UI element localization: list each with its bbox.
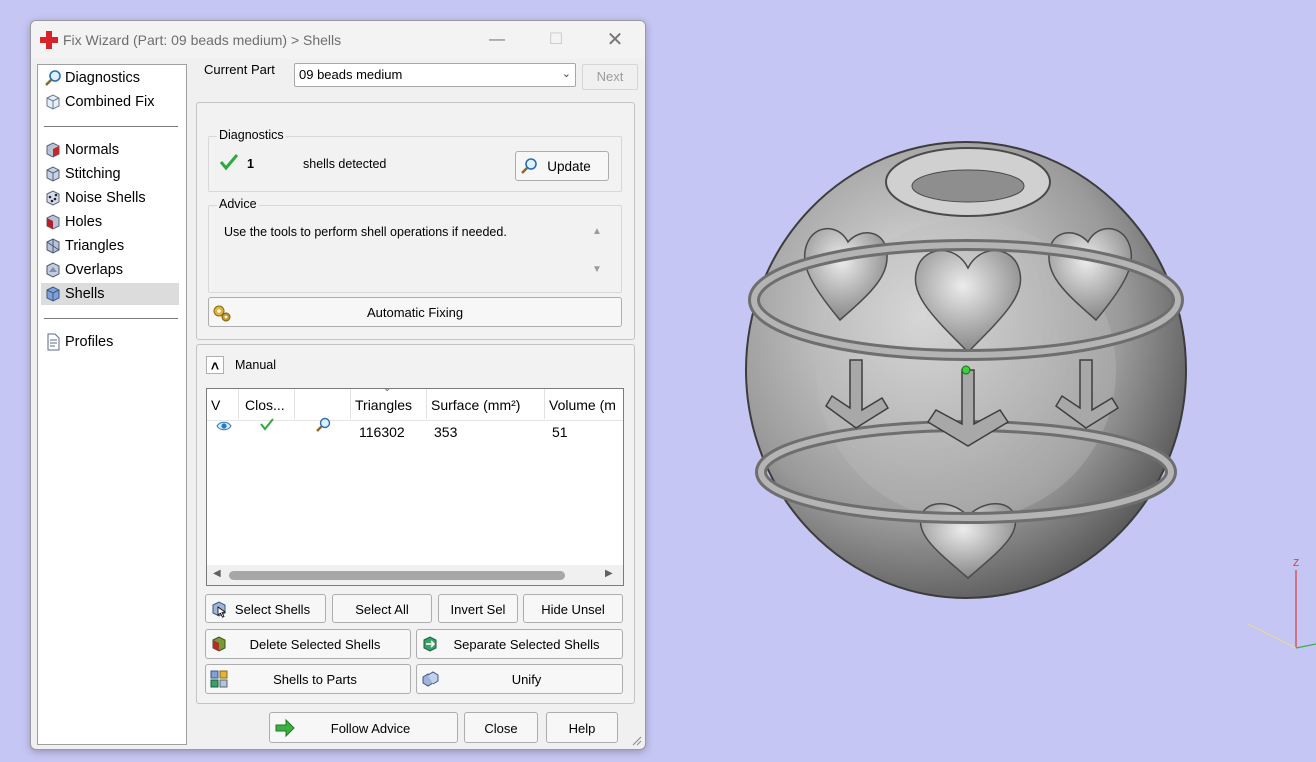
follow-advice-label: Follow Advice bbox=[330, 721, 411, 736]
delete-selected-shells-button[interactable]: Delete Selected Shells bbox=[205, 629, 411, 659]
scroll-left-arrow[interactable]: ◀ bbox=[213, 568, 221, 579]
minimize-button[interactable]: — bbox=[477, 27, 517, 53]
col-closed[interactable]: Clos... bbox=[241, 389, 295, 419]
help-button[interactable]: Help bbox=[546, 712, 618, 743]
col-volume[interactable]: Volume (m bbox=[545, 389, 623, 419]
magnifier-icon bbox=[45, 70, 61, 86]
cell-volume: 51 bbox=[552, 424, 568, 440]
document-icon bbox=[47, 333, 60, 351]
closed-check-icon bbox=[260, 418, 274, 431]
nav-separator bbox=[44, 318, 178, 319]
current-part-dropdown[interactable]: 09 beads medium ⌄ bbox=[294, 63, 576, 87]
collapse-manual-button[interactable]: ˄ bbox=[206, 356, 224, 374]
col-surface[interactable]: Surface (mm²) bbox=[427, 389, 545, 419]
hide-unsel-button[interactable]: Hide Unsel bbox=[523, 594, 623, 623]
noise-shells-icon bbox=[46, 190, 60, 206]
manual-label: Manual bbox=[235, 358, 276, 372]
advice-text: Use the tools to perform shell operation… bbox=[224, 225, 507, 239]
axis-gizmo bbox=[1247, 570, 1316, 649]
advice-group: Advice Use the tools to perform shell op… bbox=[208, 197, 622, 293]
select-all-label: Select All bbox=[355, 602, 409, 617]
nav-item-profiles[interactable]: Profiles bbox=[41, 331, 179, 353]
red-cross-app-icon bbox=[40, 31, 58, 49]
scroll-right-arrow[interactable]: ▶ bbox=[605, 568, 613, 579]
chevron-down-icon: ⌄ bbox=[561, 68, 571, 80]
invert-sel-label: Invert Sel bbox=[450, 602, 506, 617]
scroll-down-arrow[interactable]: ▼ bbox=[592, 264, 602, 275]
automatic-fixing-label: Automatic Fixing bbox=[366, 305, 464, 320]
nav-item-diagnostics[interactable]: Diagnostics bbox=[41, 67, 179, 89]
current-part-value: 09 beads medium bbox=[299, 67, 403, 82]
hide-unsel-label: Hide Unsel bbox=[541, 602, 605, 617]
shells-detected-text: shells detected bbox=[303, 157, 387, 171]
delete-selected-shells-label: Delete Selected Shells bbox=[249, 637, 381, 652]
cell-triangles: 116302 bbox=[359, 424, 405, 440]
green-check-icon bbox=[219, 154, 239, 171]
nav-item-noise-shells[interactable]: Noise Shells bbox=[41, 187, 179, 209]
unify-button[interactable]: Unify bbox=[416, 664, 623, 694]
separate-selected-shells-label: Separate Selected Shells bbox=[453, 637, 600, 652]
unify-label: Unify bbox=[511, 672, 542, 687]
resize-grip-icon[interactable] bbox=[630, 734, 642, 746]
close-button[interactable]: Close bbox=[464, 712, 538, 743]
nav-item-holes[interactable]: Holes bbox=[41, 211, 179, 233]
cell-surface: 353 bbox=[434, 424, 458, 440]
overlaps-cube-icon bbox=[46, 262, 60, 278]
shells-cube-icon bbox=[46, 286, 60, 302]
title-bar[interactable]: Fix Wizard (Part: 09 beads medium) > She… bbox=[31, 21, 645, 59]
diagnostics-panel: Diagnostics 1 shells detected Update Adv… bbox=[196, 102, 635, 340]
automatic-fixing-button[interactable]: Automatic Fixing bbox=[208, 297, 622, 327]
stitching-cube-icon bbox=[46, 166, 60, 182]
advice-title: Advice bbox=[217, 197, 259, 211]
horizontal-scrollbar[interactable]: ◀ ▶ bbox=[207, 565, 623, 585]
next-button[interactable]: Next bbox=[582, 64, 638, 90]
nav-item-triangles[interactable]: Triangles bbox=[41, 235, 179, 257]
help-label: Help bbox=[568, 721, 596, 736]
shells-table[interactable]: V Clos... Triangles ⌄ Surface (mm²) Volu… bbox=[206, 388, 624, 586]
normals-cube-icon bbox=[46, 142, 60, 158]
select-shells-button[interactable]: Select Shells bbox=[205, 594, 326, 623]
update-label: Update bbox=[547, 159, 591, 174]
triangles-cube-icon bbox=[46, 238, 60, 254]
bead-3d-model[interactable] bbox=[700, 120, 1220, 620]
nav-item-overlaps[interactable]: Overlaps bbox=[41, 259, 179, 281]
diagnostics-group: Diagnostics 1 shells detected Update bbox=[208, 128, 622, 192]
follow-advice-button[interactable]: Follow Advice bbox=[269, 712, 458, 743]
cube-outline-icon bbox=[46, 94, 60, 110]
maximize-button[interactable]: ☐ bbox=[536, 27, 576, 53]
nav-item-stitching[interactable]: Stitching bbox=[41, 163, 179, 185]
shells-to-parts-label: Shells to Parts bbox=[273, 672, 357, 687]
shell-count: 1 bbox=[247, 157, 254, 171]
eye-icon[interactable] bbox=[216, 419, 232, 433]
select-shells-label: Select Shells bbox=[234, 602, 311, 617]
diagnostics-title: Diagnostics bbox=[217, 128, 286, 142]
nav-item-combined-fix[interactable]: Combined Fix bbox=[41, 91, 179, 113]
holes-cube-icon bbox=[46, 214, 60, 230]
col-visible[interactable]: V bbox=[207, 389, 239, 419]
close-window-button[interactable]: ✕ bbox=[595, 27, 635, 53]
close-label: Close bbox=[484, 721, 518, 736]
shells-to-parts-button[interactable]: Shells to Parts bbox=[205, 664, 411, 694]
nav-item-shells[interactable]: Shells bbox=[41, 283, 179, 305]
scroll-up-arrow[interactable]: ▲ bbox=[592, 226, 602, 237]
z-axis-label: Z bbox=[1293, 558, 1300, 569]
window-title: Fix Wizard (Part: 09 beads medium) > She… bbox=[63, 32, 342, 48]
current-part-label: Current Part bbox=[204, 62, 275, 77]
nav-separator bbox=[44, 126, 178, 127]
col-find[interactable] bbox=[295, 389, 351, 419]
fix-wizard-nav: Diagnostics Combined Fix Normals Stitchi… bbox=[37, 64, 187, 745]
separate-selected-shells-button[interactable]: Separate Selected Shells bbox=[416, 629, 623, 659]
select-all-button[interactable]: Select All bbox=[332, 594, 432, 623]
invert-sel-button[interactable]: Invert Sel bbox=[438, 594, 518, 623]
sort-indicator-icon: ⌄ bbox=[383, 388, 392, 394]
update-button[interactable]: Update bbox=[515, 151, 609, 181]
find-shell-icon[interactable] bbox=[314, 416, 332, 434]
nav-item-normals[interactable]: Normals bbox=[41, 139, 179, 161]
scrollbar-thumb[interactable] bbox=[229, 571, 565, 580]
